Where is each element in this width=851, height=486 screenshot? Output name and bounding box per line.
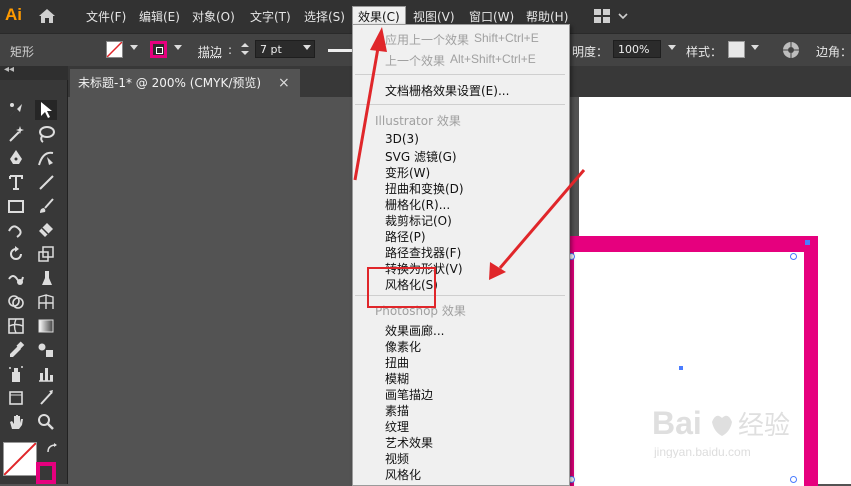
arrow-to-effect-menu-icon: [355, 27, 387, 180]
arrow-to-stylize-item-icon: [489, 170, 584, 280]
annotation-arrows: [0, 0, 851, 484]
